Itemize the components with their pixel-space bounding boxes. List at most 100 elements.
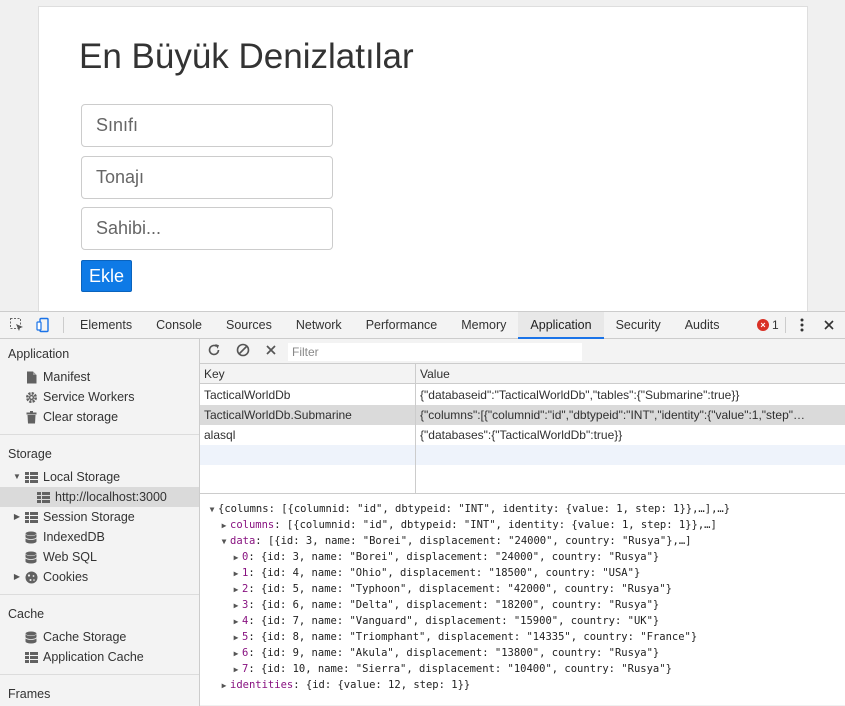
tab-elements[interactable]: Elements <box>68 312 144 339</box>
tree-node-item[interactable]: ▶ 7: {id: 10, name: "Sierra", displacemen… <box>230 661 672 677</box>
inspect-icon[interactable] <box>8 316 26 334</box>
storage-table: Key Value TacticalWorldDb {"databaseid":… <box>200 364 845 494</box>
collapse-arrow-icon[interactable]: ▼ <box>206 502 218 518</box>
tree-node-item[interactable]: ▶ 3: {id: 6, name: "Delta", displacement:… <box>230 597 660 614</box>
tree-root-text: {columns: [{columnid: "id", dbtypeid: "I… <box>218 503 731 515</box>
tree-index: 6 <box>242 647 249 659</box>
tab-console[interactable]: Console <box>144 312 214 339</box>
close-icon[interactable] <box>820 316 838 334</box>
sidebar-item-application-cache[interactable]: Application Cache <box>0 647 199 667</box>
tab-memory[interactable]: Memory <box>449 312 518 339</box>
tree-key: columns <box>230 519 275 531</box>
sidebar-item-label: Cache Storage <box>43 630 127 644</box>
table-header: Key Value <box>200 364 845 384</box>
database-icon <box>24 550 38 564</box>
tree-value: {id: 4, name: "Ohio", displacement: "185… <box>260 567 641 579</box>
class-input[interactable] <box>81 104 333 147</box>
column-header-key[interactable]: Key <box>204 367 412 381</box>
tree-value: {id: 6, name: "Delta", displacement: "18… <box>260 599 660 611</box>
sidebar-item-clear-storage[interactable]: Clear storage <box>0 407 199 427</box>
row-value: {"databaseid":"TacticalWorldDb","tables"… <box>420 388 740 402</box>
expand-arrow-icon[interactable]: ▶ <box>230 582 242 598</box>
tree-value: {id: 9, name: "Akula", displacement: "13… <box>260 647 660 659</box>
expand-arrow-icon[interactable]: ▶ <box>230 646 242 662</box>
table-row[interactable]: TacticalWorldDb.Submarine {"columns":[{"… <box>200 405 845 425</box>
tree-node-item[interactable]: ▶ 2: {id: 5, name: "Typhoon", displacemen… <box>230 581 672 597</box>
table-row[interactable]: TacticalWorldDb {"databaseid":"TacticalW… <box>200 385 845 405</box>
tree-node-item[interactable]: ▶ 5: {id: 8, name: "Triomphant", displace… <box>230 629 698 646</box>
expand-arrow-icon[interactable]: ▶ <box>12 567 22 587</box>
toolbar-separator <box>785 317 786 333</box>
tree-index: 1 <box>242 567 249 579</box>
tree-node-data[interactable]: ▼ data: [{id: 3, name: "Borei", displacem… <box>218 533 692 549</box>
tree-node-item[interactable]: ▶ 4: {id: 7, name: "Vanguard", displaceme… <box>230 613 660 630</box>
tree-node-identities[interactable]: ▶ identities: {id: {value: 12, step: 1}} <box>218 677 471 694</box>
add-button[interactable]: Ekle <box>81 260 132 292</box>
sidebar-item-cookies[interactable]: ▶ Cookies <box>0 567 199 587</box>
owner-input[interactable] <box>81 207 333 250</box>
clear-all-icon[interactable] <box>236 343 250 360</box>
sidebar-item-label: IndexedDB <box>43 530 105 544</box>
sidebar-item-label: Session Storage <box>43 510 135 524</box>
tree-node-item[interactable]: ▶ 1: {id: 4, name: "Ohio", displacement: … <box>230 565 641 582</box>
expand-arrow-icon[interactable]: ▶ <box>12 507 22 527</box>
filter-input[interactable] <box>288 343 582 361</box>
column-header-value[interactable]: Value <box>420 367 840 381</box>
grid-icon <box>24 650 38 664</box>
tree-node-item[interactable]: ▶ 0: {id: 3, name: "Borei", displacement:… <box>230 549 660 566</box>
tree-value: {id: 3, name: "Borei", displacement: "24… <box>260 551 660 563</box>
tab-application[interactable]: Application <box>518 312 604 339</box>
tree-key: identities <box>230 679 294 691</box>
tab-audits[interactable]: Audits <box>673 312 732 339</box>
expand-arrow-icon[interactable]: ▶ <box>230 630 242 646</box>
tree-value: [{id: 3, name: "Borei", displacement: "2… <box>267 535 692 547</box>
tree-node-columns[interactable]: ▶ columns: [{columnid: "id", dbtypeid: "I… <box>218 517 717 533</box>
tree-key: data <box>230 535 256 547</box>
error-counter[interactable]: × 1 <box>757 318 779 332</box>
tab-performance[interactable]: Performance <box>354 312 450 339</box>
table-row-empty[interactable] <box>200 445 845 465</box>
sidebar-item-indexeddb[interactable]: IndexedDB <box>0 527 199 547</box>
tree-value: {id: 10, name: "Sierra", displacement: "… <box>260 663 672 675</box>
expand-arrow-icon[interactable]: ▶ <box>230 614 242 630</box>
table-row[interactable]: alasql {"databases":{"TacticalWorldDb":t… <box>200 425 845 445</box>
tree-value: [{columnid: "id", dbtypeid: "INT", ident… <box>286 519 717 531</box>
collapse-arrow-icon[interactable]: ▼ <box>218 534 230 550</box>
tree-index: 7 <box>242 663 249 675</box>
expand-arrow-icon[interactable]: ▶ <box>230 550 242 566</box>
expand-arrow-icon[interactable]: ▼ <box>12 467 22 487</box>
delete-icon[interactable] <box>264 343 278 360</box>
sidebar-item-service-workers[interactable]: Service Workers <box>0 387 199 407</box>
error-icon: × <box>757 319 769 331</box>
sidebar-item-manifest[interactable]: Manifest <box>0 367 199 387</box>
refresh-icon[interactable] <box>207 343 221 360</box>
sidebar-item-label: Clear storage <box>43 410 119 424</box>
kebab-menu-icon[interactable] <box>793 316 811 334</box>
tree-index: 3 <box>242 599 249 611</box>
trash-icon <box>24 410 38 424</box>
tree-node-item[interactable]: ▶ 6: {id: 9, name: "Akula", displacement:… <box>230 645 660 662</box>
expand-arrow-icon[interactable]: ▶ <box>218 518 230 534</box>
sidebar-item-session-storage[interactable]: ▶ Session Storage <box>0 507 199 527</box>
tonnage-input[interactable] <box>81 156 333 199</box>
sidebar-item-cache-storage[interactable]: Cache Storage <box>0 627 199 647</box>
expand-arrow-icon[interactable]: ▶ <box>230 662 242 678</box>
expand-arrow-icon[interactable]: ▶ <box>218 678 230 694</box>
sidebar-item-web-sql[interactable]: Web SQL <box>0 547 199 567</box>
tab-network[interactable]: Network <box>284 312 354 339</box>
expand-arrow-icon[interactable]: ▶ <box>230 598 242 614</box>
sidebar-item-local-storage[interactable]: ▼ Local Storage <box>0 467 199 487</box>
tree-root[interactable]: ▼ {columns: [{columnid: "id", dbtypeid: "… <box>206 501 730 517</box>
sidebar-item-localhost-3000[interactable]: http://localhost:3000 <box>0 487 199 507</box>
sidebar-heading-cache: Cache <box>8 607 45 621</box>
web-page: En Büyük Denizlatılar Ekle <box>0 0 845 311</box>
row-key: TacticalWorldDb.Submarine <box>204 408 352 422</box>
devtools-toolbar: Elements Console Sources Network Perform… <box>0 312 845 339</box>
tab-security[interactable]: Security <box>604 312 673 339</box>
error-count-label: 1 <box>772 318 779 332</box>
row-value: {"columns":[{"columnid":"id","dbtypeid":… <box>420 408 805 422</box>
expand-arrow-icon[interactable]: ▶ <box>230 566 242 582</box>
tab-sources[interactable]: Sources <box>214 312 284 339</box>
tree-index: 4 <box>242 615 249 627</box>
device-toggle-icon[interactable] <box>34 316 52 334</box>
